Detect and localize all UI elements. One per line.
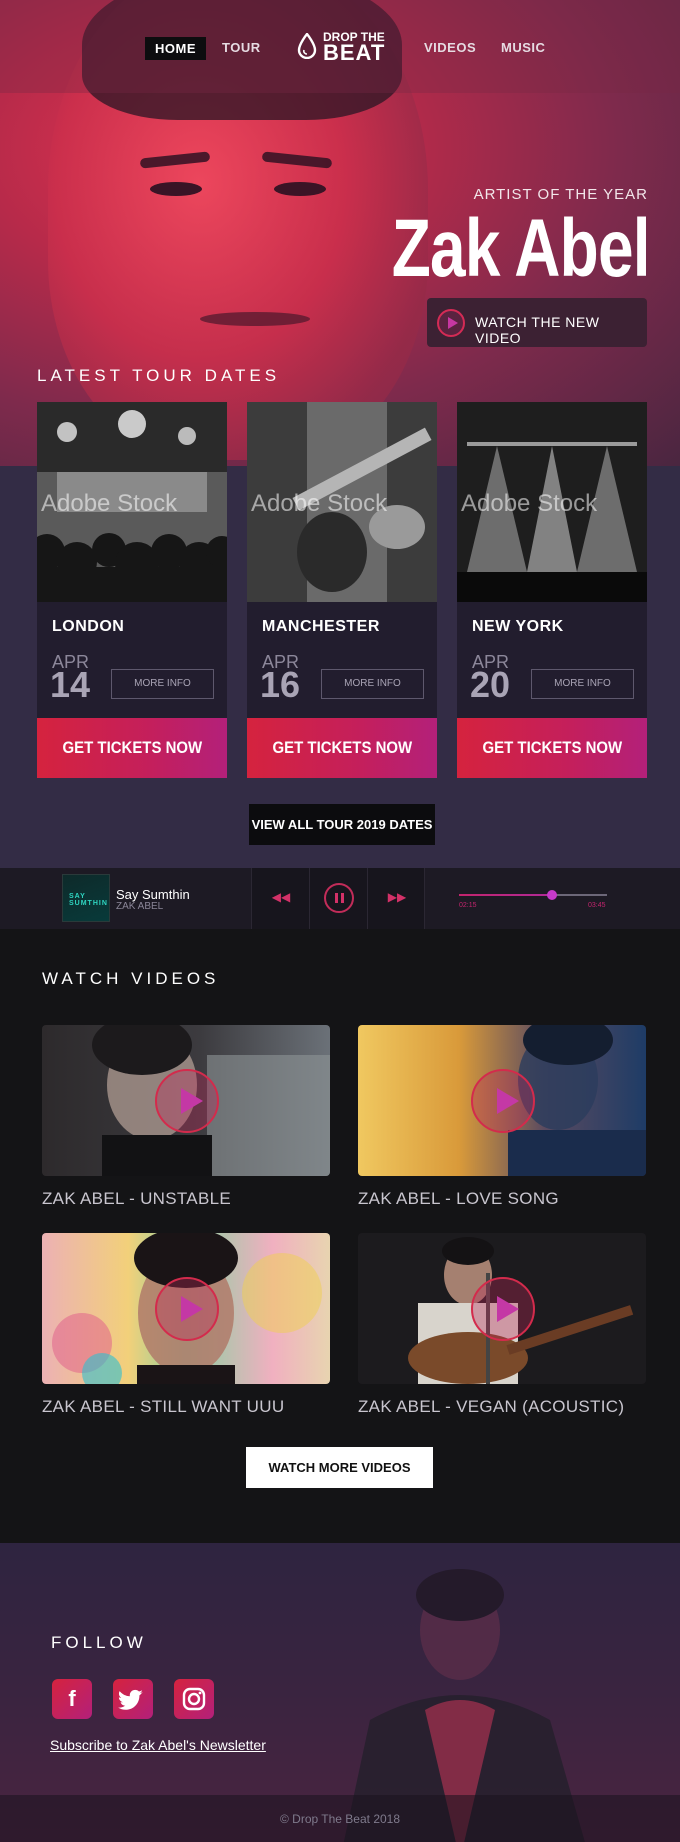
follow-heading: FOLLOW	[51, 1633, 147, 1652]
tour-city: NEW YORK	[472, 618, 564, 635]
video-thumbnail-vegan-acoustic[interactable]	[358, 1233, 646, 1384]
twitter-icon	[118, 1689, 143, 1710]
progress-fill	[459, 894, 553, 896]
hero-portrait-mouth	[200, 312, 310, 326]
page: HOME TOUR DROP THE BEAT VIDEOS MUSIC ART…	[0, 0, 680, 1842]
rewind-icon: ◀◀	[271, 890, 291, 904]
progress-bar[interactable]	[459, 890, 607, 900]
watch-new-video-label: WATCH THE NEW VIDEO	[475, 314, 600, 346]
tour-city: MANCHESTER	[262, 618, 380, 635]
get-tickets-label: GET TICKETS NOW	[272, 738, 412, 757]
pause-icon	[324, 883, 354, 913]
fast-forward-icon: ▶▶	[387, 890, 407, 904]
hero-subtitle: ARTIST OF THE YEAR	[473, 186, 648, 203]
watch-more-videos-button[interactable]: WATCH MORE VIDEOS	[246, 1447, 433, 1488]
nav-item-videos[interactable]: VIDEOS	[424, 40, 476, 55]
nav-item-home[interactable]: HOME	[145, 37, 206, 60]
tour-photo-london: Adobe Stock	[37, 402, 227, 602]
instagram-button[interactable]	[174, 1679, 214, 1719]
video-thumbnail-love-song[interactable]	[358, 1025, 646, 1176]
tour-day: 20	[470, 664, 511, 705]
more-info-button[interactable]: MORE INFO	[321, 669, 424, 699]
copyright-text: © Drop The Beat 2018	[279, 1812, 401, 1826]
twitter-button[interactable]	[113, 1679, 153, 1719]
tour-photo-new-york: Adobe Stock	[457, 402, 647, 602]
tour-photo-manchester: Adobe Stock	[247, 402, 437, 602]
instagram-icon	[182, 1687, 206, 1711]
play-icon	[471, 1277, 535, 1341]
video-title[interactable]: ZAK ABEL - VEGAN (ACOUSTIC)	[358, 1397, 624, 1417]
hero-portrait-eye	[274, 182, 326, 196]
tour-day: 16	[260, 664, 301, 705]
get-tickets-button[interactable]: GET TICKETS NOW	[37, 718, 227, 778]
logo[interactable]: DROP THE BEAT	[297, 30, 387, 65]
video-title[interactable]: ZAK ABEL - UNSTABLE	[42, 1189, 231, 1209]
album-cover-text: SAY SUMTHIN	[69, 893, 108, 907]
stock-watermark: Adobe Stock	[41, 490, 178, 517]
top-nav: HOME TOUR DROP THE BEAT VIDEOS MUSIC	[0, 0, 680, 93]
current-time: 02:15	[459, 902, 477, 909]
newsletter-link[interactable]: Subscribe to Zak Abel's Newsletter	[50, 1737, 266, 1753]
play-icon	[471, 1069, 535, 1133]
watch-new-video-button[interactable]: WATCH THE NEW VIDEO	[427, 298, 647, 347]
video-thumbnail-still-want-uuu[interactable]	[42, 1233, 330, 1384]
get-tickets-button[interactable]: GET TICKETS NOW	[247, 718, 437, 778]
get-tickets-button[interactable]: GET TICKETS NOW	[457, 718, 647, 778]
pause-button[interactable]	[309, 868, 367, 929]
hero-portrait-eye	[150, 182, 202, 196]
video-title[interactable]: ZAK ABEL - STILL WANT UUU	[42, 1397, 284, 1417]
get-tickets-label: GET TICKETS NOW	[62, 738, 202, 757]
tour-card-manchester: Adobe Stock MANCHESTER APR 16 MORE INFO …	[247, 402, 437, 778]
fast-forward-button[interactable]: ▶▶	[367, 868, 425, 929]
play-icon	[437, 309, 465, 337]
facebook-icon: f	[68, 1686, 76, 1711]
view-all-tour-dates-button[interactable]: VIEW ALL TOUR 2019 DATES	[249, 804, 435, 845]
logo-bottom-text: BEAT	[323, 40, 386, 65]
stock-watermark: Adobe Stock	[461, 490, 598, 517]
play-icon	[155, 1069, 219, 1133]
nav-item-music[interactable]: MUSIC	[501, 40, 545, 55]
play-icon	[155, 1277, 219, 1341]
tour-city: LONDON	[52, 618, 125, 635]
get-tickets-label: GET TICKETS NOW	[482, 738, 622, 757]
video-title[interactable]: ZAK ABEL - LOVE SONG	[358, 1189, 559, 1209]
track-title: Say Sumthin	[116, 887, 190, 902]
tour-card-london: Adobe Stock LONDON APR 14 MORE INFO GET …	[37, 402, 227, 778]
videos-heading: WATCH VIDEOS	[42, 969, 220, 988]
footer: © Drop The Beat 2018	[0, 1795, 680, 1842]
more-info-button[interactable]: MORE INFO	[111, 669, 214, 699]
facebook-button[interactable]: f	[52, 1679, 92, 1719]
hero-title: Zak Abel	[392, 203, 651, 294]
track-artist: ZAK ABEL	[116, 901, 164, 912]
total-time: 03:45	[588, 902, 606, 909]
album-cover: SAY SUMTHIN	[62, 874, 110, 922]
music-player: SAY SUMTHIN Say Sumthin ZAK ABEL ◀◀ ▶▶	[0, 868, 680, 929]
rewind-button[interactable]: ◀◀	[251, 868, 309, 929]
tour-heading: LATEST TOUR DATES	[37, 366, 281, 385]
tour-day: 14	[50, 664, 91, 705]
video-thumbnail-unstable[interactable]	[42, 1025, 330, 1176]
drop-icon	[297, 33, 317, 59]
nav-item-tour[interactable]: TOUR	[222, 40, 261, 55]
tour-card-new-york: Adobe Stock NEW YORK APR 20 MORE INFO GE…	[457, 402, 647, 778]
stock-watermark: Adobe Stock	[251, 490, 388, 517]
more-info-button[interactable]: MORE INFO	[531, 669, 634, 699]
